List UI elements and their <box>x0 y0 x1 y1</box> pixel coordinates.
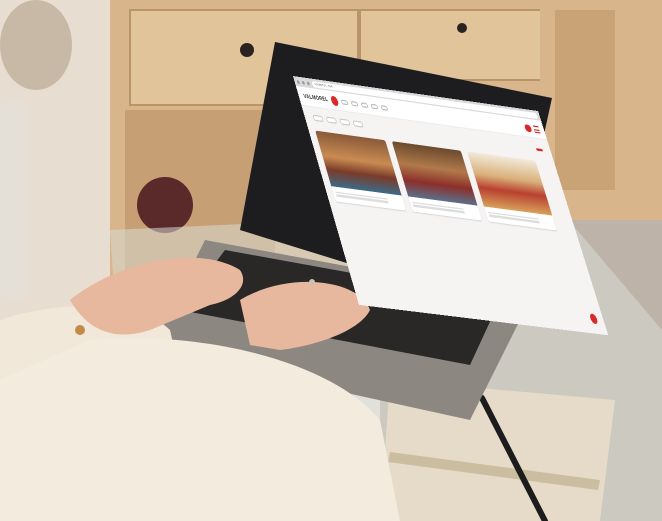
nav-item-4[interactable] <box>370 103 379 109</box>
browser-close-dot[interactable] <box>296 79 300 84</box>
nav-item-3[interactable] <box>360 101 369 108</box>
bracelet <box>75 325 85 335</box>
drawer-handle-right <box>457 23 467 33</box>
nav-item-5[interactable] <box>380 104 389 111</box>
filter-field-1[interactable] <box>312 114 325 123</box>
dark-vase <box>137 177 193 233</box>
chat-bubble-icon[interactable] <box>588 313 599 325</box>
nav-item-2[interactable] <box>350 100 359 107</box>
filter-field-4[interactable] <box>352 120 365 128</box>
hamburger-menu-icon[interactable] <box>532 124 541 133</box>
browser-minimize-dot[interactable] <box>301 80 306 85</box>
drawer-handle-left <box>240 43 254 57</box>
nav-item-1[interactable] <box>340 98 349 105</box>
filter-field-2[interactable] <box>325 116 338 125</box>
header-red-button[interactable] <box>523 123 533 132</box>
site-logo[interactable]: VALMOREL <box>303 92 330 103</box>
header-actions <box>523 123 541 133</box>
logo-badge-icon <box>329 94 340 106</box>
listing-photo <box>467 151 553 216</box>
pampas-grass <box>0 0 72 90</box>
photo-scene: valmorel.com VALMOREL <box>0 0 662 521</box>
listing-photo <box>315 130 402 196</box>
search-button[interactable] <box>535 147 543 151</box>
side-shelf-inner <box>555 10 615 190</box>
white-vase <box>0 100 26 300</box>
filter-field-3[interactable] <box>338 118 351 126</box>
browser-maximize-dot[interactable] <box>306 80 311 85</box>
listing-photo <box>391 141 478 206</box>
ring <box>309 279 315 285</box>
